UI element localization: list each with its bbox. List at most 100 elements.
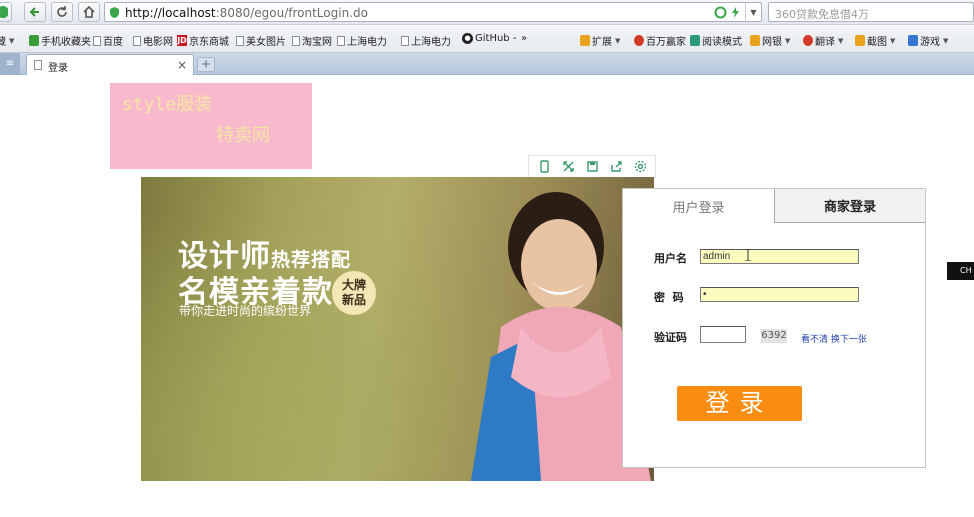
toolbar-netbank[interactable]: 网银 ▼ — [750, 33, 790, 48]
chevron-down-icon: ▼ — [615, 36, 621, 45]
captcha-field[interactable] — [700, 326, 746, 343]
share-icon — [610, 161, 622, 172]
tab-strip: ≡ 登录 × + — [0, 53, 974, 75]
image-icon — [337, 35, 345, 46]
translate-icon — [803, 35, 813, 46]
tab-user-login[interactable]: 用户登录 — [623, 189, 774, 223]
navigation-bar: http://localhost:8080/egou/frontLogin.do… — [0, 0, 974, 25]
text-cursor-icon — [745, 249, 751, 261]
gamepad-icon — [908, 35, 918, 46]
browser-logo-button[interactable] — [0, 2, 12, 22]
speed-mode-icon[interactable] — [714, 6, 727, 19]
bookmark-pictures[interactable]: 美女图片 — [236, 33, 286, 48]
site-logo: style服装 特卖网 — [110, 83, 312, 169]
back-arrow-icon — [29, 7, 39, 17]
toolbar-translate[interactable]: 翻译 ▼ — [803, 33, 843, 48]
captcha-label: 验证码 — [654, 331, 687, 344]
bookmark-favorites[interactable]: 藏 ▼ — [0, 33, 15, 49]
bank-icon — [750, 35, 760, 46]
captcha-refresh-link[interactable]: 看不清 换下一张 — [801, 332, 867, 345]
chevron-down-icon: ▼ — [943, 36, 949, 45]
home-button[interactable] — [78, 2, 100, 22]
tab-title: 登录 — [48, 63, 68, 74]
image-expand-button[interactable] — [560, 159, 576, 175]
login-button[interactable]: 登录 — [677, 386, 802, 421]
page-icon — [133, 35, 141, 46]
address-dropdown-button[interactable]: ▼ — [745, 3, 761, 21]
phone-icon — [539, 160, 549, 173]
bookmark-taobao[interactable]: 淘宝网 — [292, 33, 332, 48]
toolbar-extensions[interactable]: 扩展 ▼ — [580, 33, 620, 48]
image-toolbar — [528, 155, 656, 178]
image-settings-button[interactable] — [632, 159, 648, 175]
toolbar-reader-mode[interactable]: 阅读模式 — [690, 33, 742, 48]
captcha-image[interactable]: 6392 — [761, 329, 787, 343]
new-arrival-badge: 大牌 新品 — [332, 271, 376, 315]
tab-merchant-login[interactable]: 商家登录 — [774, 189, 925, 223]
bookmark-power-1[interactable]: 上海电力 — [337, 33, 387, 48]
lightning-icon[interactable] — [729, 6, 742, 19]
page-icon — [401, 35, 409, 46]
browser-logo-icon — [0, 6, 8, 18]
search-input[interactable]: 360贷款免息借4万 — [768, 2, 974, 22]
book-icon — [690, 35, 700, 46]
toolbar-games[interactable]: 游戏 ▼ — [908, 33, 948, 48]
badge-line-2: 新品 — [341, 293, 366, 307]
back-button[interactable] — [24, 2, 46, 22]
image-share-button[interactable] — [608, 159, 624, 175]
bookmark-github[interactable]: ● GitHub - — [462, 33, 516, 44]
refresh-button[interactable] — [51, 2, 73, 22]
bookmark-movies[interactable]: 电影网 — [133, 33, 173, 48]
chevron-down-icon: ▼ — [750, 7, 757, 17]
page-icon — [93, 35, 101, 46]
chevron-down-icon: ▼ — [785, 36, 791, 45]
promo-banner: 设计师热荐搭配 名模亲着款 带你走进时尚的缤纷世界 大牌 新品 — [141, 177, 654, 481]
phone-icon — [29, 35, 39, 46]
toolbar-screenshot[interactable]: 截图 ▼ — [855, 33, 895, 48]
logo-line-2: 特卖网 — [216, 125, 270, 146]
close-icon[interactable]: × — [177, 58, 187, 72]
chevron-down-icon: ▼ — [9, 36, 15, 45]
banner-subline: 带你走进时尚的缤纷世界 — [179, 304, 312, 318]
jd-logo-icon: JD — [177, 35, 187, 46]
gear-icon — [634, 160, 646, 173]
grid-icon — [580, 35, 590, 46]
chevron-down-icon: ▼ — [838, 36, 844, 45]
login-tabs: 用户登录 商家登录 — [623, 189, 925, 223]
tab-login[interactable]: 登录 × — [26, 54, 194, 75]
github-icon: ● — [462, 33, 473, 44]
address-bar[interactable]: http://localhost:8080/egou/frontLogin.do… — [104, 2, 762, 22]
toolbar-winner[interactable]: 百万赢家 — [634, 33, 686, 48]
side-language-widget[interactable]: CH — [947, 262, 974, 280]
login-panel: 用户登录 商家登录 用户名 admin 密 码 • 验证码 6392 看不清 换… — [622, 188, 926, 468]
trophy-icon — [634, 35, 644, 46]
bookmark-mobile-favorites[interactable]: 手机收藏夹 — [29, 33, 91, 48]
expand-icon — [562, 161, 574, 172]
chevron-down-icon: ▼ — [890, 36, 896, 45]
page-icon — [236, 35, 244, 46]
badge-line-1: 大牌 — [341, 278, 366, 292]
image-download-button[interactable] — [584, 159, 600, 175]
bookmarks-bar: 藏 ▼ 手机收藏夹 百度 电影网 JD 京东商城 美女图片 淘宝网 上海电力 上海电… — [0, 26, 974, 53]
username-field[interactable]: admin — [700, 249, 859, 264]
page-icon — [292, 35, 300, 46]
password-field[interactable]: • — [700, 287, 859, 302]
bookmarks-overflow[interactable]: » — [521, 33, 527, 44]
password-label: 密 码 — [654, 291, 684, 304]
address-url[interactable]: http://localhost:8080/egou/frontLogin.do — [125, 6, 368, 20]
refresh-icon — [57, 6, 67, 17]
security-shield-icon — [110, 7, 119, 18]
image-save-button[interactable] — [536, 159, 552, 175]
bookmark-power-2[interactable]: 上海电力 — [401, 33, 451, 48]
scissors-icon — [855, 35, 865, 46]
logo-line-1: style服装 — [122, 94, 213, 115]
bookmark-jd[interactable]: JD 京东商城 — [177, 33, 229, 48]
username-label: 用户名 — [654, 252, 687, 265]
bookmark-baidu[interactable]: 百度 — [93, 33, 123, 48]
new-tab-button[interactable]: + — [197, 57, 215, 72]
tab-menu-button[interactable]: ≡ — [0, 53, 20, 74]
menu-icon: ≡ — [5, 58, 15, 69]
save-icon — [586, 161, 598, 172]
page-icon — [34, 60, 42, 70]
home-icon — [83, 5, 95, 18]
